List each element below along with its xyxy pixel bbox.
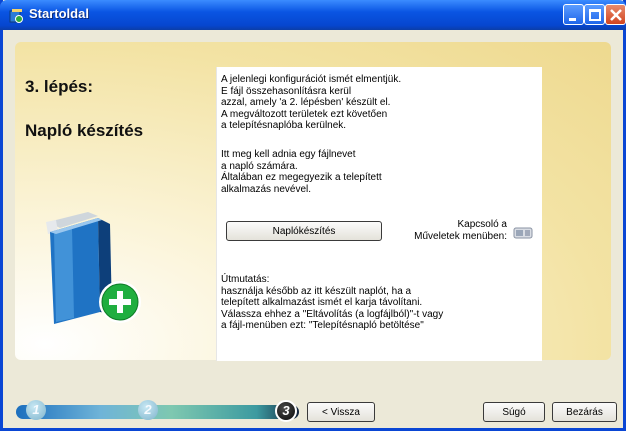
window-title: Startoldal (29, 6, 89, 21)
close-button[interactable]: Bezárás (552, 402, 617, 422)
wizard-content: 3. lépés: Napló készítés A jelenlegi kon… (15, 42, 611, 361)
minimize-icon (569, 18, 576, 21)
maximize-button[interactable] (584, 4, 605, 25)
wizard-footer: 1 2 3 < Vissza Súgó Bezárás (6, 398, 623, 428)
back-button[interactable]: < Vissza (307, 402, 375, 422)
instructions-panel: A jelenlegi konfigurációt ismét elmentjü… (216, 67, 542, 361)
help-button[interactable]: Súgó (483, 402, 545, 422)
progress-step-1: 1 (26, 400, 46, 420)
filename-text: Itt meg kell adnia egy fájlnevet a napló… (221, 149, 382, 195)
hint-text: Útmutatás: használja később az itt készü… (221, 274, 444, 331)
intro-text: A jelenlegi konfigurációt ismét elmentjü… (221, 74, 402, 131)
create-log-button[interactable]: Naplókészítés (226, 221, 382, 241)
step-subtitle: Napló készítés (25, 121, 144, 140)
log-book-add-icon (46, 212, 141, 324)
close-icon (610, 9, 622, 21)
progress-step-3: 3 (275, 400, 297, 422)
toggle-icon[interactable] (513, 226, 533, 240)
switch-label: Kapcsoló a Műveletek menüben: (414, 219, 507, 242)
minimize-button[interactable] (563, 4, 584, 25)
maximize-icon (589, 9, 601, 21)
app-icon (9, 9, 23, 23)
step-title: 3. lépés: (25, 77, 94, 96)
progress-step-2: 2 (138, 400, 158, 420)
main-window: Startoldal 3. lépés: Napló készítés A je… (0, 0, 626, 431)
close-window-button[interactable] (605, 4, 626, 25)
title-bar[interactable]: Startoldal (0, 0, 626, 30)
